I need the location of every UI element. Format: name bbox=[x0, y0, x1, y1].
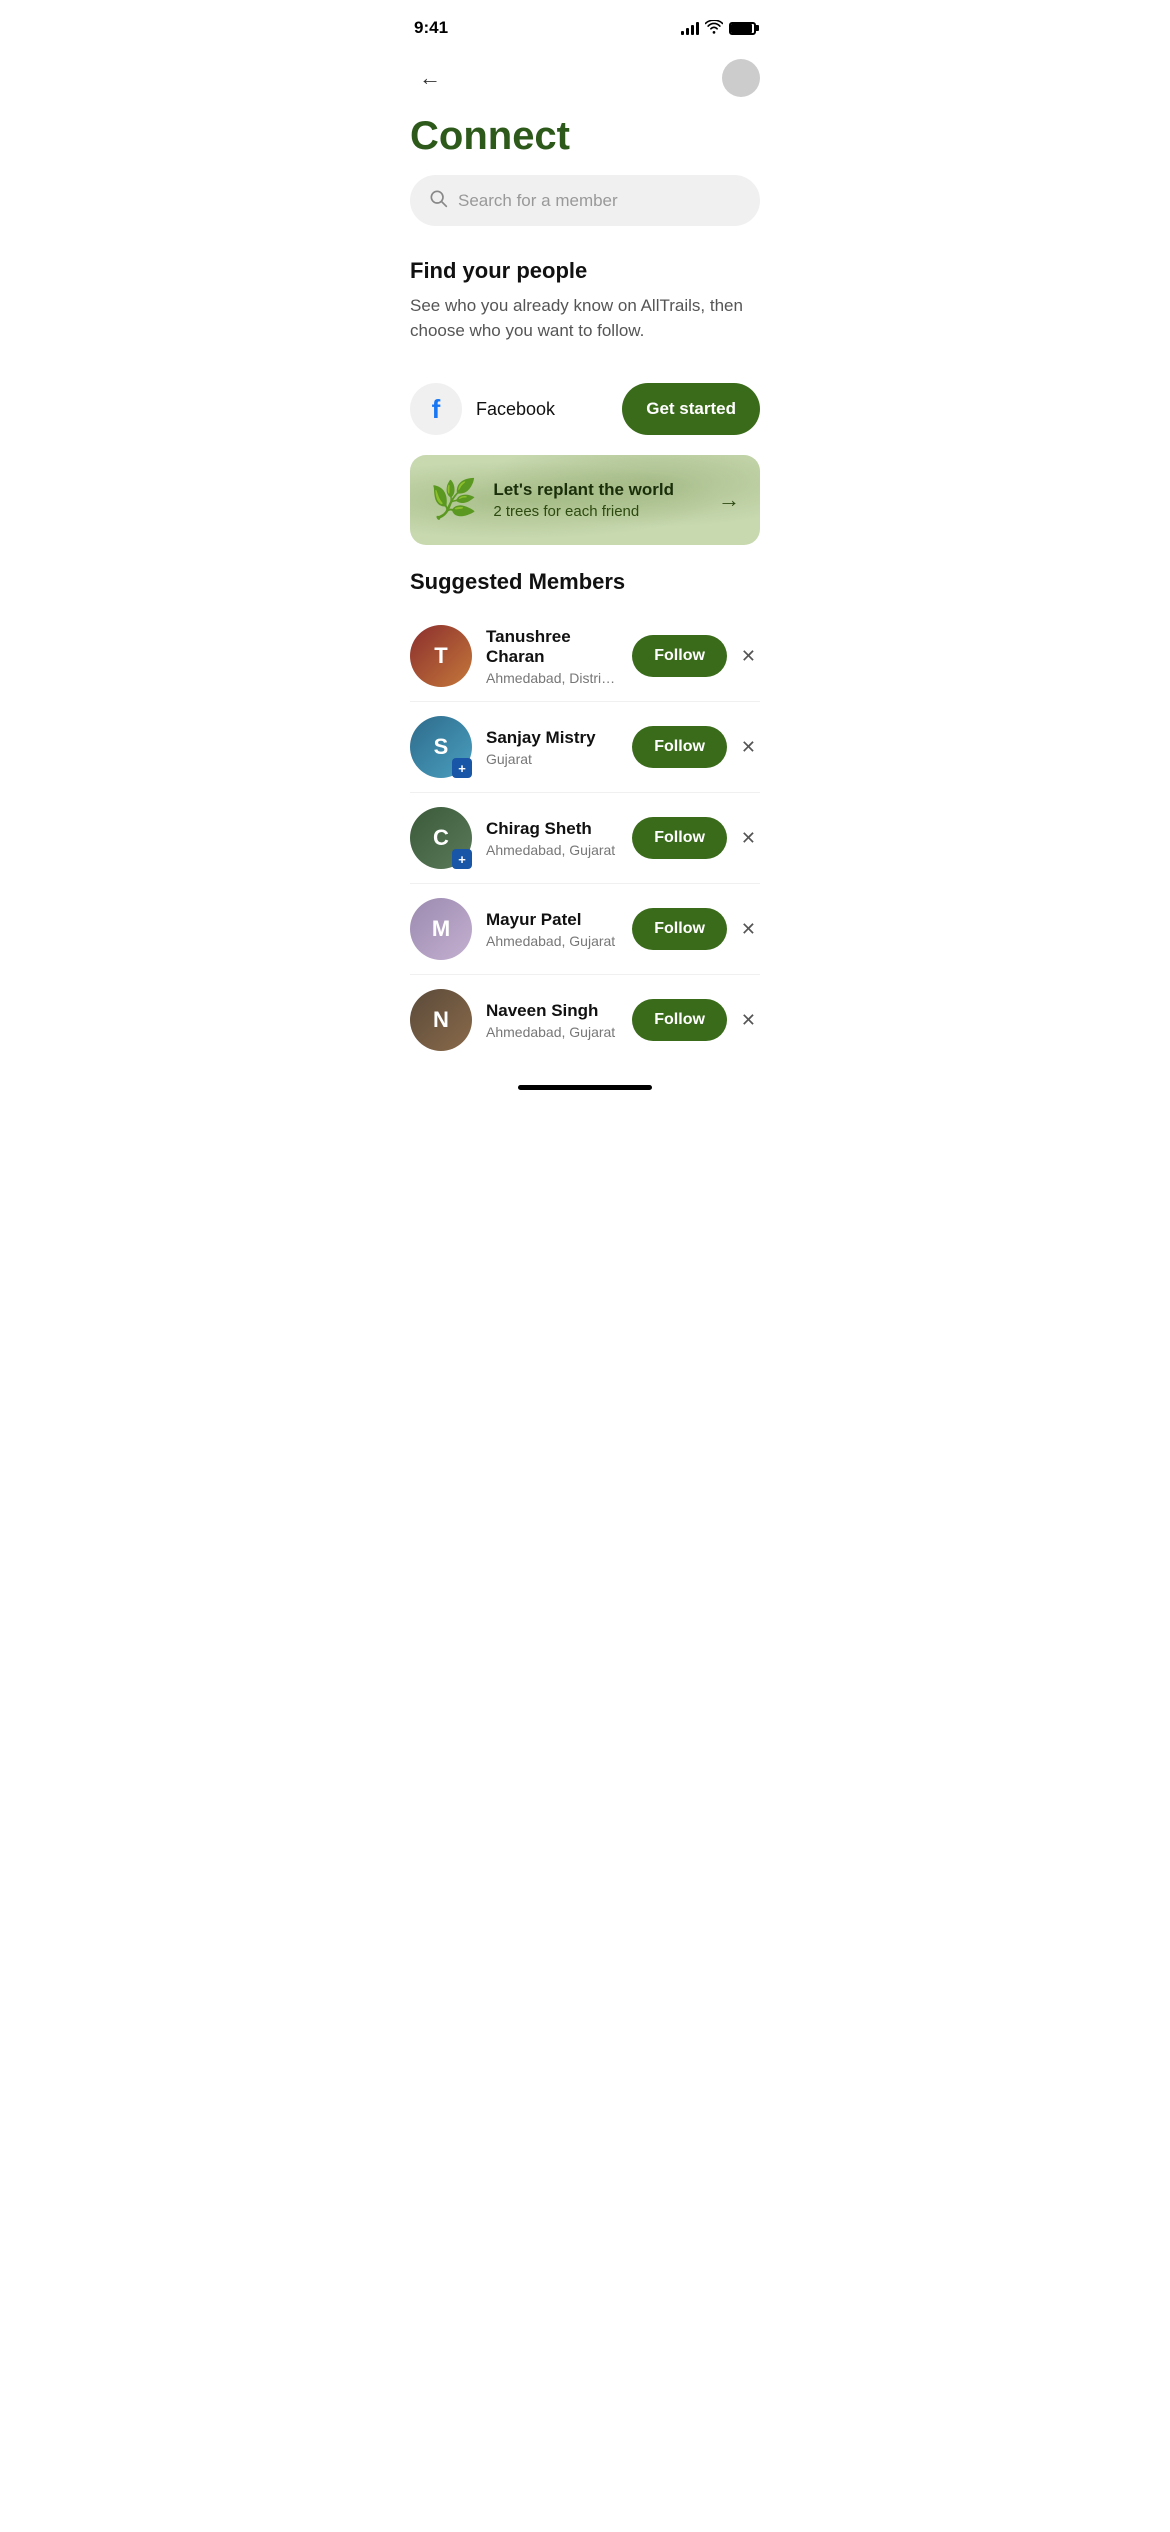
status-bar: 9:41 bbox=[390, 0, 780, 50]
status-time: 9:41 bbox=[414, 18, 448, 38]
battery-icon bbox=[729, 22, 756, 35]
member-name: Mayur Patel bbox=[486, 910, 618, 930]
member-name: Chirag Sheth bbox=[486, 819, 618, 839]
replant-subtitle: 2 trees for each friend bbox=[493, 503, 674, 520]
facebook-info: f Facebook bbox=[410, 383, 555, 435]
facebook-icon: f bbox=[410, 383, 462, 435]
member-badge: + bbox=[452, 758, 472, 778]
avatar: M bbox=[410, 898, 472, 960]
member-name: Sanjay Mistry bbox=[486, 728, 618, 748]
search-placeholder: Search for a member bbox=[458, 191, 618, 211]
avatar-container: S + bbox=[410, 716, 472, 778]
member-info: Chirag Sheth Ahmedabad, Gujarat bbox=[486, 819, 618, 858]
follow-button[interactable]: Follow bbox=[632, 817, 727, 859]
replant-content: 🌿 Let's replant the world 2 trees for ea… bbox=[430, 478, 674, 522]
leaf-icon: 🌿 bbox=[430, 478, 477, 522]
dismiss-button[interactable]: ✕ bbox=[737, 642, 760, 671]
signal-icon bbox=[681, 21, 699, 35]
member-actions: Follow ✕ bbox=[632, 999, 760, 1041]
search-bar[interactable]: Search for a member bbox=[410, 175, 760, 226]
member-actions: Follow ✕ bbox=[632, 817, 760, 859]
member-info: Sanjay Mistry Gujarat bbox=[486, 728, 618, 767]
avatar-container: T bbox=[410, 625, 472, 687]
dismiss-button[interactable]: ✕ bbox=[737, 915, 760, 944]
get-started-button[interactable]: Get started bbox=[622, 383, 760, 435]
member-location: Ahmedabad, District of Colu... bbox=[486, 670, 618, 686]
member-location: Ahmedabad, Gujarat bbox=[486, 1024, 618, 1040]
follow-button[interactable]: Follow bbox=[632, 635, 727, 677]
member-actions: Follow ✕ bbox=[632, 908, 760, 950]
back-button[interactable]: ← bbox=[410, 58, 450, 98]
member-row: M Mayur Patel Ahmedabad, Gujarat Follow … bbox=[410, 884, 760, 975]
find-people-section: Find your people See who you already kno… bbox=[390, 246, 780, 383]
search-icon bbox=[428, 188, 448, 213]
member-row: N Naveen Singh Ahmedabad, Gujarat Follow… bbox=[410, 975, 760, 1065]
page-title: Connect bbox=[390, 106, 780, 175]
replant-title: Let's replant the world bbox=[493, 480, 674, 500]
member-row: S + Sanjay Mistry Gujarat Follow ✕ bbox=[410, 702, 760, 793]
member-info: Mayur Patel Ahmedabad, Gujarat bbox=[486, 910, 618, 949]
member-location: Ahmedabad, Gujarat bbox=[486, 842, 618, 858]
wifi-icon bbox=[705, 20, 723, 37]
follow-button[interactable]: Follow bbox=[632, 908, 727, 950]
member-row: T Tanushree Charan Ahmedabad, District o… bbox=[410, 611, 760, 702]
suggested-members-title: Suggested Members bbox=[410, 569, 760, 595]
follow-button[interactable]: Follow bbox=[632, 999, 727, 1041]
avatar: N bbox=[410, 989, 472, 1051]
avatar-container: N bbox=[410, 989, 472, 1051]
member-info: Naveen Singh Ahmedabad, Gujarat bbox=[486, 1001, 618, 1040]
replant-banner[interactable]: 🌿 Let's replant the world 2 trees for ea… bbox=[410, 455, 760, 545]
member-name: Tanushree Charan bbox=[486, 627, 618, 667]
dismiss-button[interactable]: ✕ bbox=[737, 1006, 760, 1035]
back-arrow-icon: ← bbox=[419, 65, 441, 91]
dismiss-button[interactable]: ✕ bbox=[737, 733, 760, 762]
member-actions: Follow ✕ bbox=[632, 726, 760, 768]
header: ← bbox=[390, 50, 780, 106]
profile-avatar[interactable] bbox=[722, 59, 760, 97]
member-actions: Follow ✕ bbox=[632, 635, 760, 677]
dismiss-button[interactable]: ✕ bbox=[737, 824, 760, 853]
replant-text: Let's replant the world 2 trees for each… bbox=[493, 480, 674, 520]
member-row: C + Chirag Sheth Ahmedabad, Gujarat Foll… bbox=[410, 793, 760, 884]
members-list: T Tanushree Charan Ahmedabad, District o… bbox=[410, 611, 760, 1065]
find-people-title: Find your people bbox=[410, 258, 760, 284]
avatar: T bbox=[410, 625, 472, 687]
avatar-container: C + bbox=[410, 807, 472, 869]
replant-arrow-icon: → bbox=[718, 487, 740, 513]
facebook-row: f Facebook Get started bbox=[390, 383, 780, 455]
find-people-description: See who you already know on AllTrails, t… bbox=[410, 294, 760, 343]
home-bar bbox=[518, 1085, 652, 1090]
home-indicator bbox=[390, 1073, 780, 1098]
avatar-container: M bbox=[410, 898, 472, 960]
follow-button[interactable]: Follow bbox=[632, 726, 727, 768]
member-badge: + bbox=[452, 849, 472, 869]
status-icons bbox=[681, 20, 756, 37]
member-info: Tanushree Charan Ahmedabad, District of … bbox=[486, 627, 618, 686]
member-name: Naveen Singh bbox=[486, 1001, 618, 1021]
suggested-members-section: Suggested Members T Tanushree Charan Ahm… bbox=[390, 569, 780, 1065]
search-container: Search for a member bbox=[390, 175, 780, 246]
member-location: Ahmedabad, Gujarat bbox=[486, 933, 618, 949]
facebook-label: Facebook bbox=[476, 399, 555, 420]
member-location: Gujarat bbox=[486, 751, 618, 767]
